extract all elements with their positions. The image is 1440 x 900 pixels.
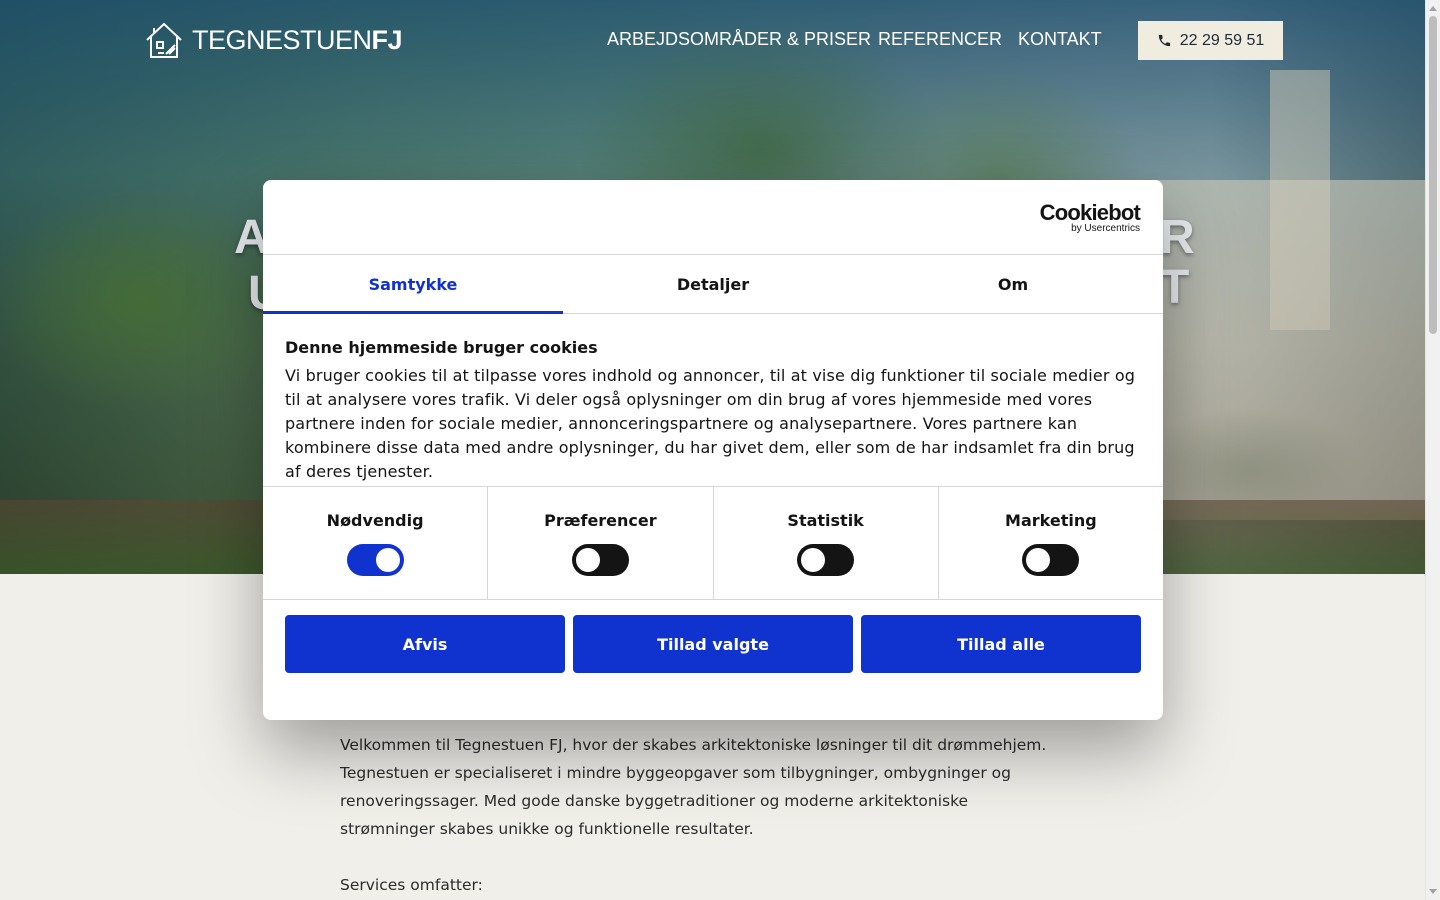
toggle-knob: [575, 548, 600, 572]
cookie-consent-dialog: Cookiebot by Usercentrics Samtykke Detal…: [263, 180, 1163, 720]
toggle-noedvendig[interactable]: [346, 544, 404, 576]
main-content: Velkommen til Tegnestuen FJ, hvor der sk…: [340, 731, 1060, 899]
allow-all-button[interactable]: Tillad alle: [861, 615, 1141, 673]
cookiebot-brand: Cookiebot: [1039, 200, 1141, 225]
nav-item-kontakt[interactable]: KONTAKT: [1018, 29, 1102, 50]
toggle-knob: [1026, 548, 1051, 572]
scroll-up-arrow-icon[interactable]: [1429, 6, 1437, 11]
toggle-group-praeferencer: Præferencer: [488, 487, 714, 599]
dialog-buttons: Afvis Tillad valgte Tillad alle: [263, 600, 1163, 673]
toggle-group-marketing: Marketing: [939, 487, 1163, 599]
hero-title-line2-end: T: [1160, 261, 1191, 314]
toggle-praeferencer[interactable]: [571, 544, 629, 576]
dialog-body: Denne hjemmeside bruger cookies Vi bruge…: [263, 314, 1163, 487]
toggle-label-noedvendig: Nødvendig: [326, 511, 424, 530]
tab-samtykke[interactable]: Samtykke: [263, 255, 563, 314]
services-label: Services omfatter:: [340, 876, 483, 894]
scrollbar-thumb[interactable]: [1429, 16, 1437, 334]
phone-icon: [1158, 34, 1170, 47]
allow-selected-button[interactable]: Tillad valgte: [573, 615, 853, 673]
toggle-marketing[interactable]: [1022, 544, 1080, 576]
cookiebot-logo: Cookiebot by Usercentrics: [1039, 200, 1141, 234]
toggle-group-noedvendig: Nødvendig: [263, 487, 489, 599]
toggle-knob: [801, 548, 826, 572]
toggle-label-praeferencer: Præferencer: [544, 511, 657, 530]
tab-detaljer[interactable]: Detaljer: [563, 255, 863, 313]
toggle-label-statistik: Statistik: [787, 511, 864, 530]
logo-text: TEGNESTUENFJ: [192, 24, 403, 55]
dialog-heading: Denne hjemmeside bruger cookies: [285, 338, 598, 357]
consent-toggles: Nødvendig Præferencer Statistik Marketin…: [263, 487, 1163, 600]
toggle-group-statistik: Statistik: [714, 487, 939, 599]
page-scrollbar[interactable]: [1425, 0, 1440, 900]
scroll-down-arrow-icon[interactable]: [1429, 889, 1437, 894]
cookiebot-brand-sub: by Usercentrics: [1071, 223, 1140, 234]
intro-paragraph: Velkommen til Tegnestuen FJ, hvor der sk…: [340, 736, 1047, 838]
hero-title-line1-end: R: [1160, 211, 1196, 264]
decline-button[interactable]: Afvis: [285, 615, 565, 673]
nav-item-arbejdsomraader[interactable]: ARBEJDSOMRÅDER & PRISER: [607, 29, 871, 50]
phone-button[interactable]: 22 29 59 51: [1138, 21, 1283, 60]
nav-item-referencer[interactable]: REFERENCER: [878, 29, 1002, 50]
toggle-label-marketing: Marketing: [1005, 511, 1097, 530]
dialog-tabs: Samtykke Detaljer Om: [263, 255, 1163, 314]
phone-number: 22 29 59 51: [1179, 31, 1265, 49]
dialog-text: Vi bruger cookies til at tilpasse vores …: [285, 366, 1136, 481]
site-logo[interactable]: TEGNESTUENFJ: [144, 20, 403, 60]
tab-om[interactable]: Om: [863, 255, 1163, 313]
toggle-knob: [375, 548, 400, 572]
dialog-header: Cookiebot by Usercentrics: [263, 180, 1163, 255]
house-logo-icon: [146, 22, 182, 58]
toggle-statistik[interactable]: [797, 544, 855, 576]
